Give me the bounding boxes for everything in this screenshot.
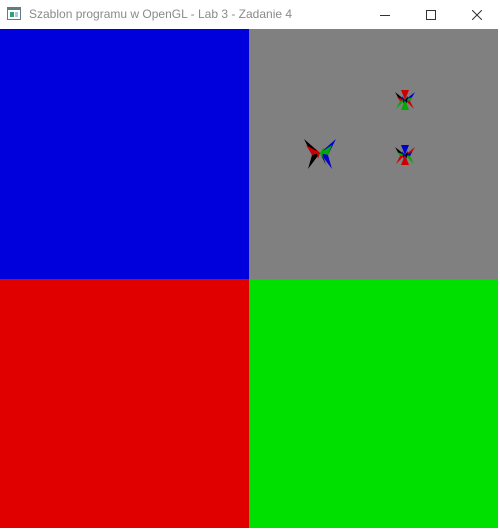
minimize-icon — [380, 14, 390, 16]
minimize-button[interactable] — [362, 0, 408, 29]
quadrant-top-right — [249, 29, 498, 279]
quadrant-top-left — [0, 29, 249, 279]
opengl-window-icon — [7, 7, 21, 20]
quadrant-bottom-right — [249, 279, 498, 528]
quadrant-bottom-left — [0, 279, 249, 528]
small-sprite — [395, 145, 415, 165]
butterfly-sprite — [304, 139, 336, 169]
close-icon — [472, 9, 482, 20]
opengl-window: Szablon programu w OpenGL - Lab 3 - Zada… — [0, 0, 500, 530]
small-sprite — [395, 90, 415, 110]
maximize-button[interactable] — [408, 0, 454, 29]
close-button[interactable] — [454, 0, 500, 29]
title-bar[interactable]: Szablon programu w OpenGL - Lab 3 - Zada… — [0, 0, 500, 29]
opengl-viewport[interactable] — [0, 29, 498, 528]
maximize-icon — [426, 9, 436, 20]
window-title: Szablon programu w OpenGL - Lab 3 - Zada… — [29, 7, 293, 21]
